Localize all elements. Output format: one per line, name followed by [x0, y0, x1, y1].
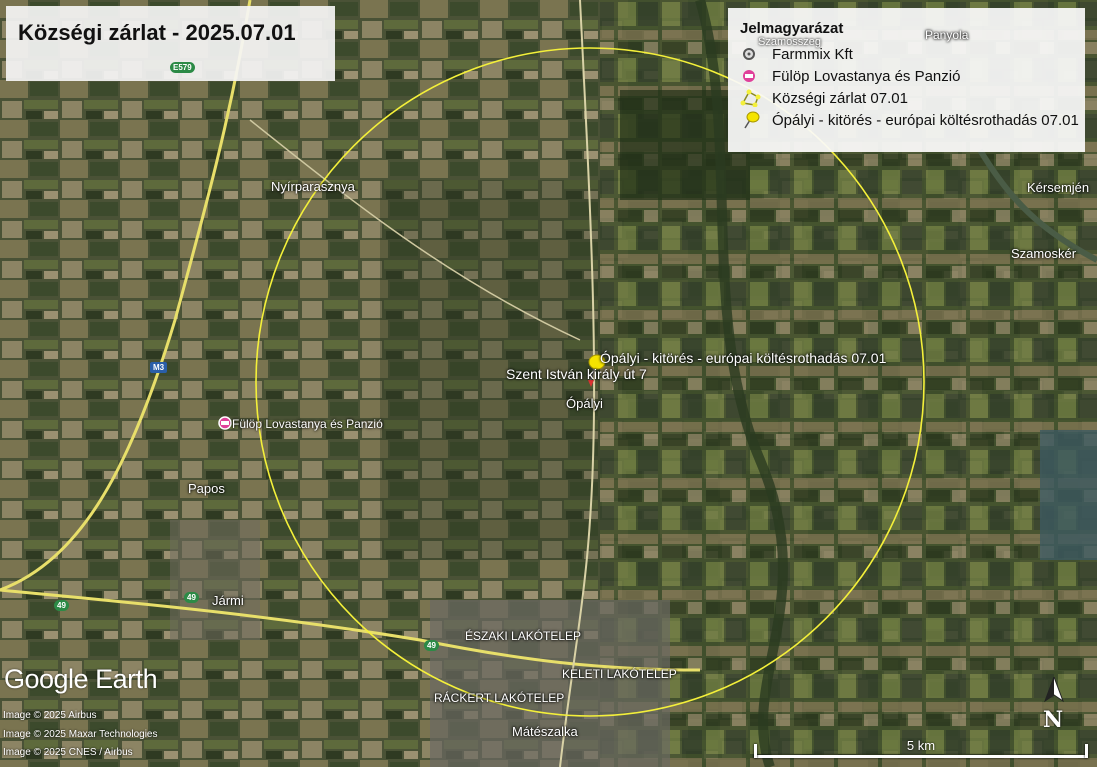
town-label-kersemjen: Kérsemjén: [1027, 180, 1090, 195]
district-label-eszaki: ÉSZAKI LAKÓTELEP: [465, 629, 582, 643]
road-badge-m3: M3: [150, 362, 168, 373]
pink-place-icon[interactable]: [217, 415, 233, 431]
town-label-szamosker: Szamoskér: [1011, 246, 1077, 261]
legend-label: Ópályi - kitörés - európai költésrothadá…: [772, 111, 1079, 129]
town-label-jarmi: Jármi: [212, 593, 244, 608]
legend-label: Farmmix Kft: [772, 45, 853, 63]
town-label-mateszalka: Mátészalka: [512, 724, 578, 739]
north-arrow-icon: N: [1041, 675, 1067, 733]
district-label-keleti: KELETI LAKÓTELEP: [562, 667, 677, 681]
google-earth-logo: Google Earth: [4, 664, 158, 694]
scale-label: 5 km: [906, 738, 936, 753]
image-credit: Image © 2025 Airbus: [3, 710, 97, 721]
town-label-nyirparasznya: Nyírparasznya: [271, 179, 355, 194]
town-label-opalyi: Ópályi: [566, 396, 603, 411]
legend-label: Fülöp Lovastanya és Panzió: [772, 67, 961, 85]
image-credit: Image © 2025 Maxar Technologies: [3, 729, 158, 740]
yellow-polygon-icon: [740, 89, 762, 108]
legend-panel: Jelmagyarázat Farmmix Kft Fülöp Lovastan…: [728, 8, 1085, 152]
image-credit: Image © 2025 CNES / Airbus: [3, 747, 133, 758]
legend-item-zarlat[interactable]: Községi zárlat 07.01: [740, 87, 1085, 109]
scale-bar: 5 km: [754, 738, 1088, 760]
north-label: N: [1043, 707, 1064, 733]
district-label-rackert: RÁCKERT LAKÓTELEP: [434, 691, 565, 705]
road-badge-49: 49: [184, 592, 199, 603]
legend-label: Községi zárlat 07.01: [772, 89, 908, 107]
outbreak-label: Ópályi - kitörés - európai költésrothadá…: [600, 350, 887, 366]
town-label-papos: Papos: [188, 481, 225, 496]
pink-place-icon: [740, 67, 762, 85]
legend-item-kitores[interactable]: Ópályi - kitörés - európai költésrothadá…: [740, 109, 1085, 131]
road-badge-49: 49: [54, 600, 69, 611]
town-label-panyola: Panyola: [925, 28, 969, 42]
address-label: Szent István király út 7: [506, 366, 647, 382]
yellow-pushpin-icon: [740, 111, 762, 129]
map-title: Községi zárlat - 2025.07.01: [18, 20, 296, 45]
road-badge-49: 49: [424, 640, 439, 651]
legend-title: Jelmagyarázat: [740, 20, 844, 37]
poi-label-fulop: Fülöp Lovastanya és Panzió: [232, 417, 383, 431]
legend-item-fulop[interactable]: Fülöp Lovastanya és Panzió: [740, 65, 1085, 87]
road-badge-e579: E579: [170, 62, 195, 73]
town-label-szamosszeg: Szamosszeg: [758, 36, 821, 48]
